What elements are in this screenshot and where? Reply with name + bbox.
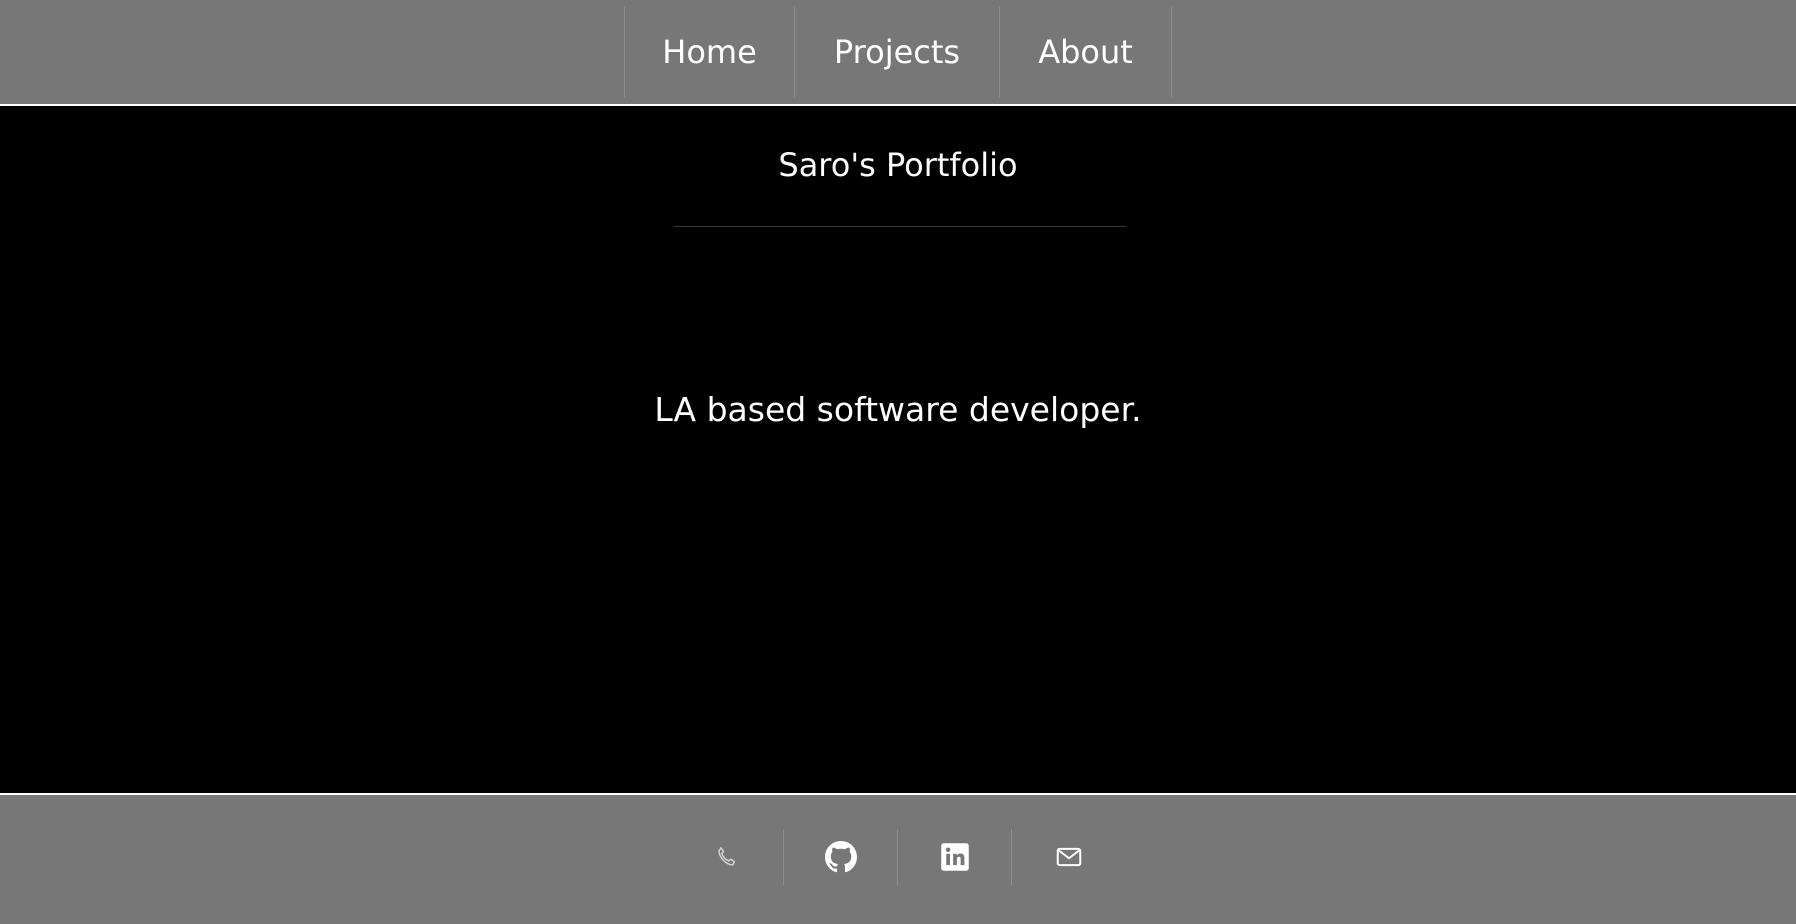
main-content: Saro's Portfolio LA based software devel…: [0, 106, 1796, 792]
page-title: Saro's Portfolio: [778, 146, 1018, 184]
nav-item-home[interactable]: Home: [625, 7, 795, 97]
nav-item-about[interactable]: About: [1000, 7, 1172, 97]
mail-icon: [1054, 842, 1084, 872]
linkedin-icon: [940, 842, 970, 872]
social-links: [670, 828, 1126, 885]
mail-link[interactable]: [1012, 829, 1126, 885]
footer: [0, 793, 1796, 924]
linkedin-link[interactable]: [898, 828, 1012, 885]
top-nav-bar: Home Projects About: [0, 0, 1796, 106]
github-icon: [824, 840, 857, 873]
phone-icon: [714, 844, 740, 870]
tagline: LA based software developer.: [654, 390, 1142, 429]
phone-link[interactable]: [670, 828, 784, 885]
title-divider: [674, 226, 1126, 227]
nav-item-projects[interactable]: Projects: [795, 7, 1000, 97]
page: Home Projects About Saro's Portfolio LA …: [0, 0, 1796, 924]
main-nav: Home Projects About: [624, 7, 1172, 97]
github-link[interactable]: [784, 828, 898, 885]
